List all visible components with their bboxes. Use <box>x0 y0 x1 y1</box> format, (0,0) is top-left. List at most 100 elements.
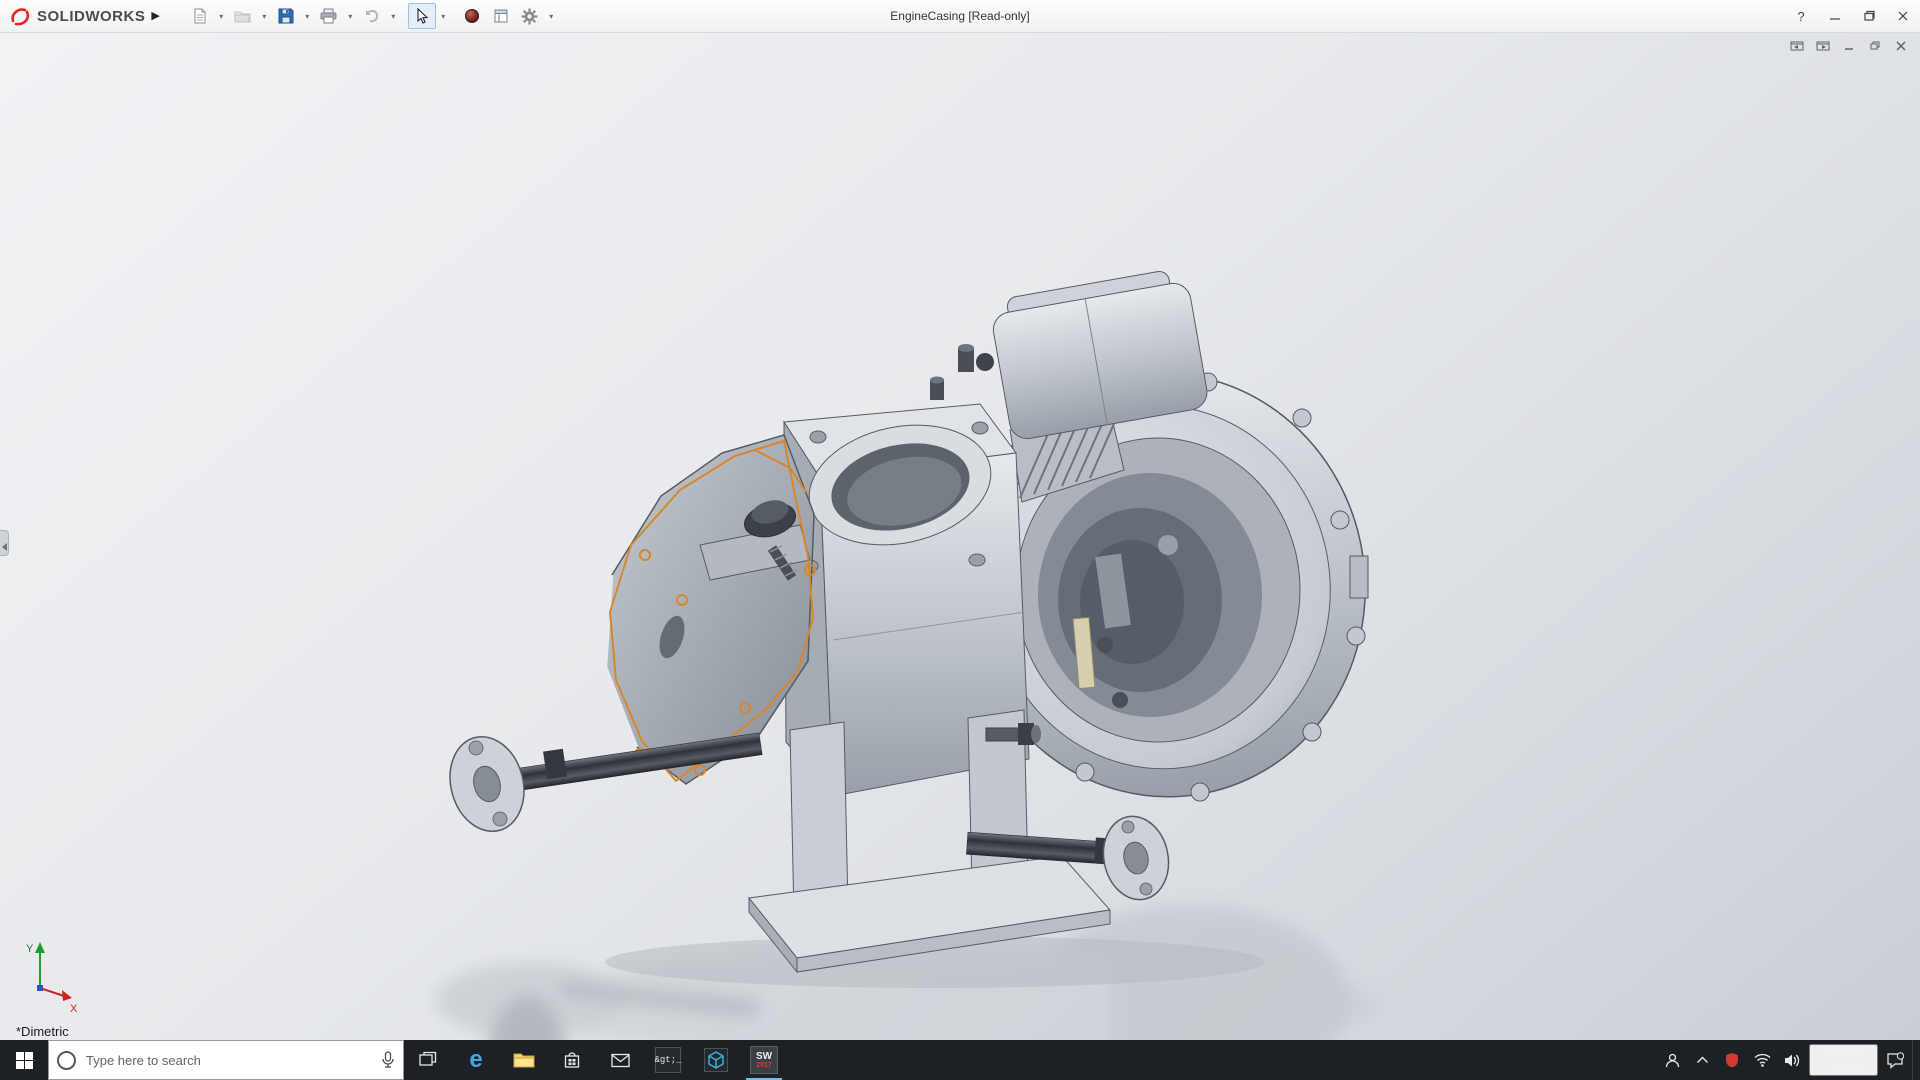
clock-date: 7/13/2018 <box>1819 1060 1868 1074</box>
shield-icon <box>1725 1052 1739 1068</box>
menu-expand-arrow[interactable]: ▶ <box>149 9 167 24</box>
close-icon <box>1897 10 1909 22</box>
file-explorer-icon <box>513 1051 535 1069</box>
show-hidden-icons-button[interactable] <box>1689 1040 1715 1080</box>
solidworks-window: SOLIDWORKS ▶ ▾ ▾ <box>0 0 1920 1080</box>
appearance-button[interactable] <box>458 3 486 29</box>
undo-dropdown[interactable]: ▾ <box>387 3 400 29</box>
taskbar-app-mail[interactable] <box>596 1040 644 1080</box>
print-dropdown[interactable]: ▾ <box>344 3 357 29</box>
taskbar-clock[interactable]: 11:55 AM 7/13/2018 <box>1809 1044 1878 1076</box>
axis-y-label: Y <box>26 943 34 955</box>
volume-tray-button[interactable] <box>1779 1040 1805 1080</box>
standard-toolbar: ▾ ▾ ▾ <box>186 3 558 29</box>
select-tool-button[interactable] <box>408 3 436 29</box>
close-button[interactable] <box>1886 0 1920 32</box>
wifi-icon <box>1754 1053 1771 1067</box>
maximize-icon <box>1863 10 1875 22</box>
help-button[interactable]: ? <box>1784 0 1818 32</box>
minimize-button[interactable] <box>1818 0 1852 32</box>
window-controls: ? <box>1784 0 1920 32</box>
taskbar-app-3d-tool[interactable] <box>692 1040 740 1080</box>
file-properties-button[interactable] <box>487 3 515 29</box>
solidworks-logo: SOLIDWORKS <box>0 6 149 26</box>
doc-restore-button[interactable] <box>1866 38 1884 54</box>
network-tray-button[interactable] <box>1749 1040 1775 1080</box>
select-tool-dropdown[interactable]: ▾ <box>437 3 450 29</box>
cube-app-icon <box>704 1048 728 1072</box>
minimize-icon <box>1829 10 1841 22</box>
panel-flyout-tab[interactable] <box>0 530 9 556</box>
doc-window-icon-a[interactable] <box>1788 38 1806 54</box>
cortana-icon <box>57 1051 76 1070</box>
mail-icon <box>611 1053 630 1068</box>
graphics-area[interactable]: Y X *Dimetric <box>0 32 1920 1040</box>
people-icon <box>1664 1052 1681 1069</box>
window-right-icon <box>1816 40 1830 52</box>
doc-close-button[interactable] <box>1892 38 1910 54</box>
undo-button[interactable] <box>358 3 386 29</box>
titlebar: SOLIDWORKS ▶ ▾ ▾ <box>0 0 1920 33</box>
clock-time: 11:55 AM <box>1821 1046 1867 1060</box>
store-icon <box>563 1051 581 1069</box>
open-dropdown[interactable]: ▾ <box>258 3 271 29</box>
antivirus-tray-button[interactable] <box>1719 1040 1745 1080</box>
task-view-button[interactable] <box>404 1040 452 1080</box>
engine-casing-model[interactable]: Y X <box>0 32 1920 1040</box>
people-button[interactable] <box>1659 1040 1685 1080</box>
print-icon <box>320 8 337 24</box>
doc-restore-icon <box>1869 40 1881 52</box>
action-center-button[interactable] <box>1882 1040 1908 1080</box>
taskbar-app-edge[interactable]: e <box>452 1040 500 1080</box>
options-button[interactable] <box>516 3 544 29</box>
system-tray: 11:55 AM 7/13/2018 <box>1659 1040 1920 1080</box>
windows-logo-icon <box>16 1052 33 1069</box>
new-document-icon <box>192 8 208 24</box>
action-center-icon <box>1886 1052 1904 1069</box>
save-icon <box>278 8 294 24</box>
print-button[interactable] <box>315 3 343 29</box>
edge-icon: e <box>469 1048 482 1072</box>
taskbar-app-solidworks[interactable]: SW 2017 <box>740 1040 788 1080</box>
orientation-triad: Y X <box>26 942 78 1015</box>
doc-minimize-button[interactable] <box>1840 38 1858 54</box>
search-input[interactable] <box>84 1052 373 1069</box>
doc-minimize-icon <box>1843 40 1855 52</box>
taskbar-app-file-explorer[interactable] <box>500 1040 548 1080</box>
command-prompt-icon: &gt;_ <box>655 1047 681 1073</box>
new-document-button[interactable] <box>186 3 214 29</box>
taskbar-search[interactable] <box>48 1040 404 1080</box>
document-window-controls <box>1788 38 1910 54</box>
doc-close-icon <box>1895 40 1907 52</box>
window-left-icon <box>1790 40 1804 52</box>
undo-icon <box>364 8 380 24</box>
top-bolts <box>930 344 994 400</box>
brand-text: SOLIDWORKS <box>37 8 145 25</box>
speaker-icon <box>1784 1053 1801 1068</box>
windows-taskbar: e &gt;_ <box>0 1040 1920 1080</box>
view-orientation-label: *Dimetric <box>16 1024 69 1039</box>
select-cursor-icon <box>414 8 429 24</box>
save-button[interactable] <box>272 3 300 29</box>
doc-window-icon-b[interactable] <box>1814 38 1832 54</box>
microphone-icon[interactable] <box>381 1051 395 1069</box>
show-desktop-button[interactable] <box>1912 1040 1918 1080</box>
appearance-sphere-icon <box>464 8 480 24</box>
maximize-button[interactable] <box>1852 0 1886 32</box>
task-view-icon <box>419 1051 437 1069</box>
taskbar-app-command-prompt[interactable]: &gt;_ <box>644 1040 692 1080</box>
file-properties-icon <box>493 8 509 24</box>
solidworks-app-icon: SW 2017 <box>750 1046 778 1074</box>
chevron-up-icon <box>1696 1056 1709 1064</box>
start-button[interactable] <box>0 1040 48 1080</box>
save-dropdown[interactable]: ▾ <box>301 3 314 29</box>
document-title: EngineCasing [Read-only] <box>890 9 1029 23</box>
taskbar-app-store[interactable] <box>548 1040 596 1080</box>
open-button[interactable] <box>229 3 257 29</box>
support-rod-left <box>440 728 762 839</box>
options-dropdown[interactable]: ▾ <box>545 3 558 29</box>
gear-icon <box>521 8 538 25</box>
solidworks-emblem-icon <box>10 6 32 26</box>
axis-x-label: X <box>70 1003 78 1015</box>
new-document-dropdown[interactable]: ▾ <box>215 3 228 29</box>
